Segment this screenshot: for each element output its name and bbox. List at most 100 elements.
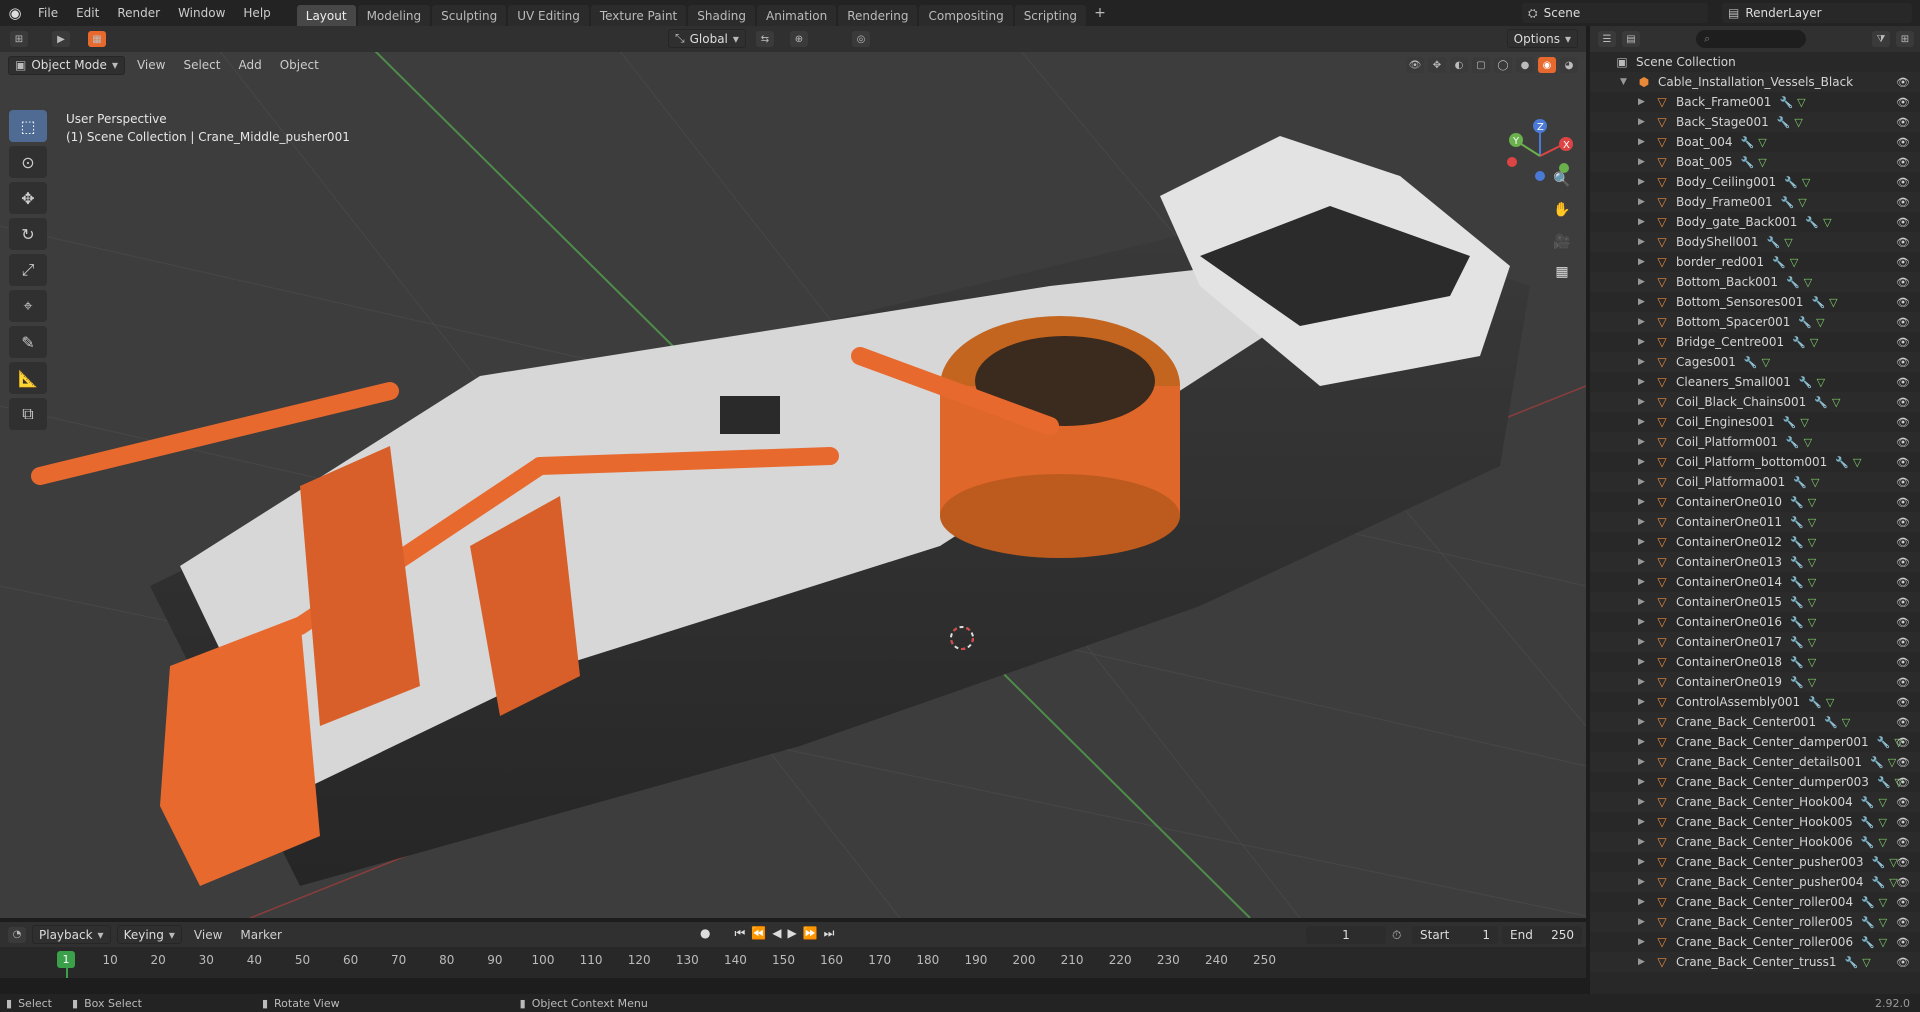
eye-icon[interactable]: 👁	[1896, 416, 1910, 429]
clock-icon[interactable]: ⏱	[1392, 928, 1401, 943]
record-icon[interactable]: ●	[700, 926, 710, 941]
eye-icon[interactable]: 👁	[1896, 76, 1910, 89]
eye-icon[interactable]: 👁	[1896, 436, 1910, 449]
modifier-icon[interactable]: 🔧	[1877, 736, 1891, 749]
mesh-data-icon[interactable]: ▽	[1808, 636, 1816, 649]
expand-icon[interactable]: ▶	[1638, 957, 1648, 967]
eye-icon[interactable]: 👁	[1896, 316, 1910, 329]
mesh-data-icon[interactable]: ▽	[1762, 356, 1770, 369]
expand-icon[interactable]: ▶	[1638, 317, 1648, 327]
eye-icon[interactable]: 👁	[1896, 616, 1910, 629]
eye-icon[interactable]: 👁	[1896, 896, 1910, 909]
snap-icon[interactable]: ⊕	[790, 31, 808, 47]
expand-icon[interactable]: ▼	[1620, 77, 1630, 87]
modifier-icon[interactable]: 🔧	[1790, 636, 1804, 649]
viewport-menu-add[interactable]: Add	[232, 58, 267, 72]
overlay-icon[interactable]: ◐	[1450, 57, 1468, 73]
mesh-data-icon[interactable]: ▽	[1808, 556, 1816, 569]
outliner-item[interactable]: ▶ ▽ ContainerOne012 🔧 ▽ 👁	[1590, 532, 1920, 552]
outliner-item[interactable]: ▶ ▽ Coil_Platform_bottom001 🔧 ▽ 👁	[1590, 452, 1920, 472]
modifier-icon[interactable]: 🔧	[1790, 676, 1804, 689]
modifier-icon[interactable]: 🔧	[1790, 596, 1804, 609]
expand-icon[interactable]: ▶	[1638, 397, 1648, 407]
modifier-icon[interactable]: 🔧	[1824, 716, 1838, 729]
mesh-data-icon[interactable]: ▽	[1797, 96, 1805, 109]
outliner-item[interactable]: ▶ ▽ Bridge_Centre001 🔧 ▽ 👁	[1590, 332, 1920, 352]
expand-icon[interactable]: ▶	[1638, 797, 1648, 807]
eye-icon[interactable]: 👁	[1896, 516, 1910, 529]
tab-modeling[interactable]: Modeling	[357, 4, 431, 26]
transform-tool-icon[interactable]: ⌖	[9, 290, 47, 322]
eye-icon[interactable]: 👁	[1896, 176, 1910, 189]
editor-type-icon[interactable]: ⊞	[10, 31, 28, 47]
eye-icon[interactable]: 👁	[1896, 136, 1910, 149]
outliner-editor-icon[interactable]: ☰	[1598, 31, 1616, 47]
modifier-icon[interactable]: 🔧	[1777, 116, 1791, 129]
outliner-item[interactable]: ▶ ▽ Boat_005 🔧 ▽ 👁	[1590, 152, 1920, 172]
outliner-item[interactable]: ▶ ▽ Crane_Back_Center_roller005 🔧 ▽ 👁	[1590, 912, 1920, 932]
outliner-item[interactable]: ▶ ▽ Body_gate_Back001 🔧 ▽ 👁	[1590, 212, 1920, 232]
expand-icon[interactable]: ▶	[1638, 437, 1648, 447]
mesh-data-icon[interactable]: ▽	[1808, 656, 1816, 669]
expand-icon[interactable]: ▶	[1638, 617, 1648, 627]
menu-help[interactable]: Help	[235, 3, 278, 23]
pivot-icon[interactable]: ⇆	[756, 31, 774, 47]
modifier-icon[interactable]: 🔧	[1772, 256, 1786, 269]
outliner-item[interactable]: ▶ ▽ ContainerOne015 🔧 ▽ 👁	[1590, 592, 1920, 612]
current-frame-field[interactable]: 1	[1306, 926, 1386, 944]
eye-icon[interactable]: 👁	[1896, 636, 1910, 649]
mesh-data-icon[interactable]: ▽	[1808, 496, 1816, 509]
mesh-data-icon[interactable]: ▽	[1810, 336, 1818, 349]
modifier-icon[interactable]: 🔧	[1744, 356, 1758, 369]
jump-end-icon[interactable]: ⏭	[824, 926, 835, 941]
orientation-dropdown[interactable]: ⤡ Global ▾	[668, 29, 746, 48]
mesh-data-icon[interactable]: ▽	[1832, 396, 1840, 409]
modifier-icon[interactable]: 🔧	[1861, 796, 1875, 809]
viewport-menu-object[interactable]: Object	[274, 58, 325, 72]
eye-icon[interactable]: 👁	[1896, 696, 1910, 709]
eye-icon[interactable]: 👁	[1896, 916, 1910, 929]
render-layer-name[interactable]: RenderLayer	[1745, 6, 1821, 20]
modifier-icon[interactable]: 🔧	[1808, 696, 1822, 709]
tab-rendering[interactable]: Rendering	[838, 4, 918, 26]
3d-viewport[interactable]: ⊞ ▶ ▦ ⤡ Global ▾ ⇆ ⊕ ◎ Options ▾ ▣ Objec…	[0, 26, 1586, 918]
modifier-icon[interactable]: 🔧	[1790, 576, 1804, 589]
next-keyframe-icon[interactable]: ⏩	[803, 926, 818, 941]
tab-shading[interactable]: Shading	[688, 4, 755, 26]
expand-icon[interactable]: ▶	[1638, 817, 1648, 827]
modifier-icon[interactable]: 🔧	[1792, 336, 1806, 349]
prev-keyframe-icon[interactable]: ⏪	[751, 926, 766, 941]
expand-icon[interactable]: ▶	[1638, 677, 1648, 687]
eye-icon[interactable]: 👁	[1896, 536, 1910, 549]
mesh-data-icon[interactable]: ▽	[1808, 576, 1816, 589]
mesh-data-icon[interactable]: ▽	[1862, 956, 1870, 969]
mesh-data-icon[interactable]: ▽	[1878, 816, 1886, 829]
eye-icon[interactable]: 👁	[1896, 936, 1910, 949]
eye-icon[interactable]: 👁	[1896, 456, 1910, 469]
eye-icon[interactable]: 👁	[1896, 816, 1910, 829]
outliner-item[interactable]: ▶ ▽ ContainerOne010 🔧 ▽ 👁	[1590, 492, 1920, 512]
outliner-item[interactable]: ▶ ▽ ContainerOne018 🔧 ▽ 👁	[1590, 652, 1920, 672]
eye-icon[interactable]: 👁	[1896, 376, 1910, 389]
expand-icon[interactable]: ▶	[1638, 217, 1648, 227]
modifier-icon[interactable]: 🔧	[1798, 316, 1812, 329]
menu-render[interactable]: Render	[109, 3, 168, 23]
render-layer-selector[interactable]: ▤ RenderLayer	[1722, 3, 1912, 23]
modifier-icon[interactable]: 🔧	[1741, 156, 1755, 169]
expand-icon[interactable]: ▶	[1638, 577, 1648, 587]
mesh-data-icon[interactable]: ▽	[1811, 476, 1819, 489]
modifier-icon[interactable]: 🔧	[1790, 496, 1804, 509]
modifier-icon[interactable]: 🔧	[1781, 196, 1795, 209]
move-tool-icon[interactable]: ✥	[9, 182, 47, 214]
modifier-icon[interactable]: 🔧	[1870, 756, 1884, 769]
mesh-data-icon[interactable]: ▽	[1794, 116, 1802, 129]
modifier-icon[interactable]: 🔧	[1871, 876, 1885, 889]
modifier-icon[interactable]: 🔧	[1784, 176, 1798, 189]
visibility-icon[interactable]: 👁	[1406, 57, 1424, 73]
modifier-icon[interactable]: 🔧	[1790, 656, 1804, 669]
mesh-data-icon[interactable]: ▽	[1802, 176, 1810, 189]
outliner-item[interactable]: ▶ ▽ Cages001 🔧 ▽ 👁	[1590, 352, 1920, 372]
outliner-item[interactable]: ▶ ▽ Coil_Black_Chains001 🔧 ▽ 👁	[1590, 392, 1920, 412]
outliner-item[interactable]: ▶ ▽ Crane_Back_Center_details001 🔧 ▽ 👁	[1590, 752, 1920, 772]
expand-icon[interactable]: ▶	[1638, 637, 1648, 647]
